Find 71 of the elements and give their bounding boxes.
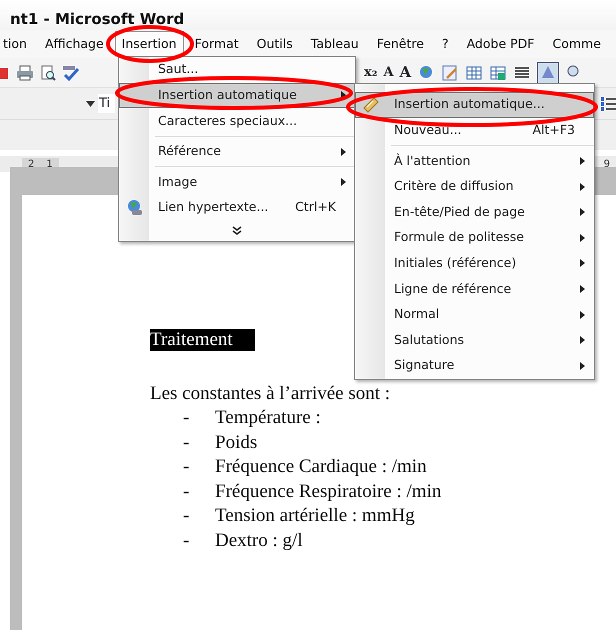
- submenu-arrow-icon[interactable]: [580, 310, 585, 319]
- menu-item[interactable]: Outils: [250, 30, 300, 58]
- submenu-arrow-icon[interactable]: [580, 336, 585, 344]
- style-field[interactable]: Ti: [98, 94, 115, 114]
- submenu-arrow-icon[interactable]: [341, 91, 346, 100]
- toolbar-button[interactable]: A: [383, 62, 394, 82]
- menu-item-icon[interactable]: [362, 96, 380, 114]
- numbered-list-icon[interactable]: [600, 96, 616, 112]
- submenu-arrow-icon[interactable]: [341, 178, 346, 186]
- ruler-number: 9: [604, 158, 610, 172]
- drawing-icon[interactable]: [537, 62, 560, 84]
- list-bullet: -: [183, 430, 190, 455]
- menu-item[interactable]: Formule de politesse: [355, 224, 594, 251]
- edit-icon[interactable]: [441, 64, 460, 82]
- expand-chevron-icon[interactable]: [232, 226, 242, 236]
- menu-item[interactable]: Ligne de référence: [355, 276, 594, 302]
- list-item-text: Fréquence Cardiaque : /min: [215, 455, 427, 480]
- list-bullet: -: [183, 528, 190, 553]
- ruler-number: 2: [28, 158, 34, 172]
- submenu-arrow-icon[interactable]: [580, 362, 585, 370]
- submenu-arrow-icon[interactable]: [341, 148, 346, 156]
- ruler-number: 1: [46, 158, 53, 172]
- menu-item[interactable]: Insertion automatique...: [355, 92, 594, 118]
- menu-item[interactable]: Référence: [119, 138, 355, 164]
- list-item-text: Fréquence Respiratoire : /min: [215, 480, 442, 504]
- menu-item[interactable]: Lien hypertexte... Ctrl+K: [119, 194, 355, 221]
- menu-item[interactable]: ?: [434, 30, 456, 58]
- menu-item-icon[interactable]: [126, 198, 144, 217]
- submenu-arrow-icon[interactable]: [580, 234, 585, 242]
- list-bullet: -: [183, 480, 190, 504]
- menu-item[interactable]: Normal: [355, 302, 594, 328]
- spellcheck-icon[interactable]: [62, 64, 80, 80]
- menu-item[interactable]: Caracteres speciaux...: [119, 108, 355, 134]
- submenu-arrow-icon[interactable]: [580, 156, 585, 165]
- submenu-arrow-icon[interactable]: [580, 284, 585, 293]
- menu-item[interactable]: En-tête/Pied de page: [355, 199, 594, 225]
- menu-item[interactable]: Tableau: [304, 30, 366, 58]
- menu-item[interactable]: Adobe PDF: [460, 30, 542, 58]
- window-title: nt1 - Microsoft Word: [10, 8, 184, 30]
- menu-item[interactable]: Fenêtre: [370, 30, 431, 58]
- menu-item[interactable]: Format: [188, 30, 246, 58]
- menu-item[interactable]: Initiales (référence): [355, 250, 594, 276]
- menu-item[interactable]: Saut...: [119, 57, 355, 83]
- dropdown-arrow-icon[interactable]: [86, 100, 95, 106]
- menu-item[interactable]: tion: [0, 30, 34, 58]
- menu-item[interactable]: Affichage: [38, 30, 111, 58]
- printer-icon[interactable]: [16, 64, 34, 80]
- print-preview-icon[interactable]: [40, 64, 56, 80]
- spreadsheet-icon[interactable]: [489, 64, 508, 82]
- list-bullet: -: [183, 504, 190, 528]
- menu-item[interactable]: Signature: [355, 352, 594, 379]
- list-item-text: Dextro : g/l: [215, 528, 303, 553]
- menu-item[interactable]: À l'attention: [355, 148, 594, 174]
- paragraph-text: Les constantes à l’arrivée sont :: [150, 382, 392, 406]
- list-bullet: -: [183, 406, 190, 430]
- menu-item[interactable]: Salutations: [355, 327, 594, 353]
- list-bullet: -: [183, 455, 190, 480]
- submenu-arrow-icon[interactable]: [580, 182, 585, 191]
- menu-item[interactable]: Image: [119, 169, 355, 195]
- table-icon[interactable]: [465, 64, 484, 82]
- menu-item[interactable]: Nouveau... Alt+F3: [355, 118, 594, 144]
- list-item-text: Poids: [215, 430, 258, 455]
- toolbar-button[interactable]: x₂: [364, 62, 378, 82]
- toolbar-button[interactable]: A: [400, 61, 412, 84]
- list-item-text: Tension artérielle : mmHg: [215, 504, 415, 528]
- heading-text: Traitement: [150, 329, 255, 351]
- list-item-text: Température :: [215, 406, 321, 430]
- submenu-arrow-icon[interactable]: [580, 208, 585, 216]
- menu-item[interactable]: Critère de diffusion: [355, 174, 594, 200]
- submenu-arrow-icon[interactable]: [580, 259, 585, 268]
- menu-item[interactable]: Comme: [545, 30, 608, 58]
